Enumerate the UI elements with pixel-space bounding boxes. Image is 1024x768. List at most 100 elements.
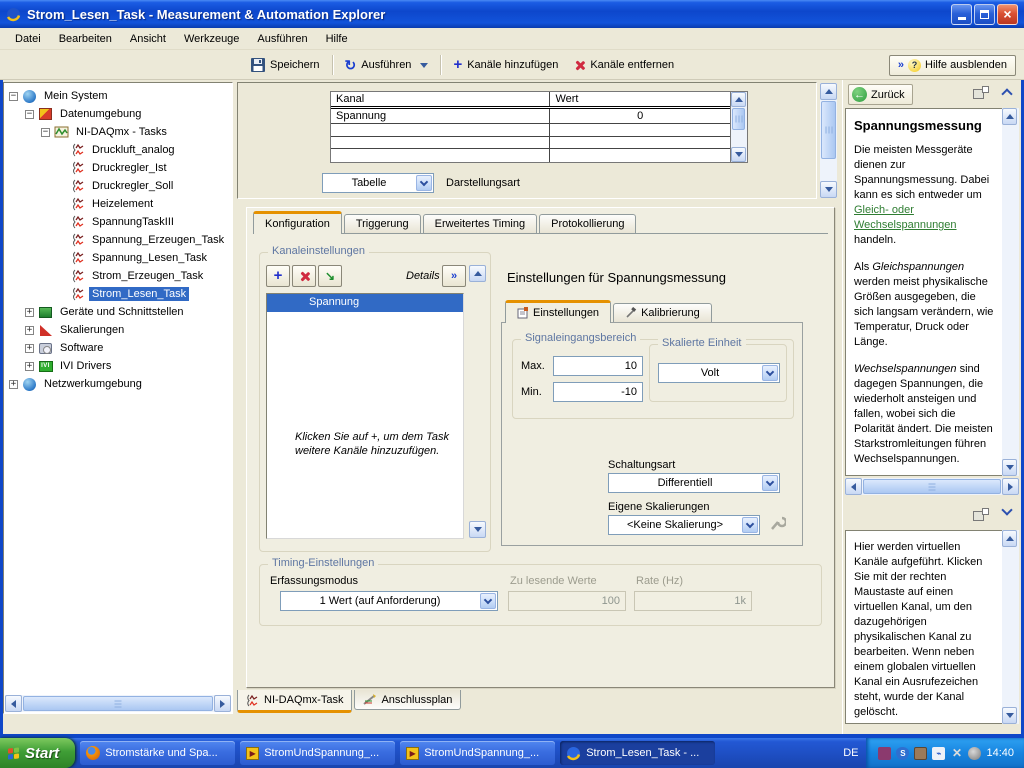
menu-datei[interactable]: Datei bbox=[6, 30, 50, 48]
run-dropdown-icon[interactable] bbox=[420, 62, 429, 68]
chevron-down-icon[interactable] bbox=[762, 365, 778, 381]
voltage-types-link[interactable]: Gleich- oder Wechselspannungen bbox=[854, 204, 957, 231]
menu-ansicht[interactable]: Ansicht bbox=[121, 30, 175, 48]
scroll-down-button[interactable] bbox=[1002, 707, 1017, 724]
collapse-icon[interactable]: − bbox=[9, 91, 18, 101]
scroll-up-button[interactable] bbox=[1002, 530, 1017, 547]
tab-einstellungen[interactable]: Einstellungen bbox=[505, 300, 612, 323]
tree-item-mein-system[interactable]: − Mein System bbox=[5, 87, 231, 105]
tab-triggerung[interactable]: Triggerung bbox=[343, 214, 421, 233]
close-button[interactable]: × bbox=[997, 3, 1018, 25]
scroll-up-button[interactable] bbox=[820, 83, 837, 100]
tree-item-geraete[interactable]: + Geräte und Schnittstellen bbox=[5, 303, 231, 321]
scrollbar-thumb[interactable] bbox=[732, 108, 745, 130]
panel-layout-icon[interactable] bbox=[973, 86, 989, 100]
tab-nidaqmx-task[interactable]: NI-DAQmx-Task bbox=[237, 690, 353, 713]
tree-item-task[interactable]: SpannungTaskIII bbox=[5, 213, 231, 231]
collapse-icon[interactable]: − bbox=[25, 109, 34, 119]
chevron-down-icon[interactable] bbox=[480, 593, 496, 609]
tree-item-task[interactable]: Druckregler_Ist bbox=[5, 159, 231, 177]
scroll-up-button[interactable] bbox=[731, 92, 746, 107]
tray-usb-icon[interactable]: ✕ bbox=[950, 746, 963, 760]
tree-item-task[interactable]: Strom_Erzeugen_Task bbox=[5, 267, 231, 285]
tab-protokollierung[interactable]: Protokollierung bbox=[539, 214, 637, 233]
scroll-left-button[interactable] bbox=[845, 478, 862, 495]
tree-horizontal-scrollbar[interactable] bbox=[5, 695, 231, 712]
scrollbar-thumb[interactable] bbox=[23, 696, 213, 711]
scroll-down-button[interactable] bbox=[1002, 459, 1017, 476]
tree-item-task[interactable]: Spannung_Lesen_Task bbox=[5, 249, 231, 267]
remove-channels-button[interactable]: Kanäle entfernen bbox=[566, 56, 682, 74]
menu-hilfe[interactable]: Hilfe bbox=[317, 30, 357, 48]
wrench-icon[interactable] bbox=[768, 513, 786, 533]
add-channels-button[interactable]: + Kanäle hinzufügen bbox=[445, 56, 566, 74]
tab-erweitertes-timing[interactable]: Erweitertes Timing bbox=[422, 214, 538, 233]
tab-anschlussplan[interactable]: Anschlussplan bbox=[354, 690, 462, 710]
scroll-up-button[interactable] bbox=[469, 265, 486, 282]
display-mode-select[interactable]: Tabelle bbox=[322, 173, 434, 193]
scroll-down-button[interactable] bbox=[820, 181, 837, 198]
help-scrollbar[interactable] bbox=[1002, 108, 1019, 476]
chevron-down-icon[interactable] bbox=[742, 517, 758, 533]
collapse-icon[interactable]: − bbox=[41, 127, 50, 137]
tree-item-ivi-drivers[interactable]: + IVI IVI Drivers bbox=[5, 357, 231, 375]
circuit-select[interactable]: Differentiell bbox=[608, 473, 780, 493]
start-button[interactable]: Start bbox=[0, 738, 76, 768]
maximize-button[interactable] bbox=[974, 3, 995, 25]
help-context-scrollbar[interactable] bbox=[1002, 530, 1019, 724]
menu-ausfuehren[interactable]: Ausführen bbox=[248, 30, 316, 48]
expand-help-icon[interactable] bbox=[1001, 504, 1013, 516]
tree-item-nidaqmx-tasks[interactable]: − NI-DAQmx - Tasks bbox=[5, 123, 231, 141]
scroll-right-button[interactable] bbox=[214, 695, 231, 712]
col-wert[interactable]: Wert bbox=[550, 92, 730, 106]
clock[interactable]: 14:40 bbox=[986, 747, 1014, 759]
add-channel-button[interactable]: + bbox=[266, 265, 290, 287]
taskbar-item-max-active[interactable]: Strom_Lesen_Task - ... bbox=[560, 741, 716, 765]
tree-item-strom-lesen-task-selected[interactable]: Strom_Lesen_Task bbox=[5, 285, 231, 303]
expand-icon[interactable]: + bbox=[25, 361, 34, 371]
tree-item-task[interactable]: Druckluft_analog bbox=[5, 141, 231, 159]
language-indicator[interactable]: DE bbox=[843, 747, 858, 759]
expand-icon[interactable]: + bbox=[9, 379, 18, 389]
scroll-right-button[interactable] bbox=[1002, 478, 1019, 495]
run-button[interactable]: ↻ Ausführen bbox=[337, 56, 437, 74]
expand-icon[interactable]: + bbox=[25, 307, 34, 317]
tray-key-icon[interactable]: ⌁ bbox=[932, 746, 946, 760]
tree-item-task[interactable]: Druckregler_Soll bbox=[5, 177, 231, 195]
title-bar[interactable]: Strom_Lesen_Task - Measurement & Automat… bbox=[0, 0, 1024, 28]
channel-list[interactable]: Spannung Klicken Sie auf +, um dem Task … bbox=[266, 293, 464, 539]
table-row[interactable]: Spannung 0 bbox=[331, 109, 730, 124]
tray-volume-icon[interactable] bbox=[968, 746, 982, 760]
tree-item-netzwerkumgebung[interactable]: + Netzwerkumgebung bbox=[5, 375, 231, 393]
expand-icon[interactable]: + bbox=[25, 325, 34, 335]
min-input[interactable]: -10 bbox=[553, 382, 643, 402]
tray-network-icon[interactable] bbox=[878, 746, 892, 760]
menu-bearbeiten[interactable]: Bearbeiten bbox=[50, 30, 121, 48]
table-row-empty[interactable] bbox=[331, 124, 730, 137]
chevron-down-icon[interactable] bbox=[762, 475, 778, 491]
scroll-down-button[interactable] bbox=[469, 521, 486, 538]
help-horizontal-scrollbar[interactable] bbox=[845, 478, 1019, 495]
channel-item-selected[interactable]: Spannung bbox=[267, 294, 463, 312]
scroll-left-button[interactable] bbox=[5, 695, 22, 712]
unit-select[interactable]: Volt bbox=[658, 363, 780, 383]
table-scrollbar[interactable] bbox=[730, 92, 747, 162]
taskbar-item-labview-1[interactable]: ▶ StromUndSpannung_... bbox=[240, 741, 396, 765]
taskbar-item-browser[interactable]: Stromstärke und Spa... bbox=[80, 741, 236, 765]
scrollbar-thumb[interactable] bbox=[863, 479, 1001, 494]
scroll-up-button[interactable] bbox=[1002, 108, 1017, 125]
table-row-empty[interactable] bbox=[331, 136, 730, 150]
table-row-empty[interactable] bbox=[331, 149, 730, 162]
expand-icon[interactable]: + bbox=[25, 343, 34, 353]
tab-kalibrierung[interactable]: Kalibrierung bbox=[613, 303, 712, 322]
chevron-down-icon[interactable] bbox=[416, 175, 432, 191]
tree-item-skalierungen[interactable]: + Skalierungen bbox=[5, 321, 231, 339]
save-button[interactable]: Speichern bbox=[243, 55, 328, 75]
scrollbar-thumb[interactable] bbox=[821, 101, 836, 159]
acquisition-mode-select[interactable]: 1 Wert (auf Anforderung) bbox=[280, 591, 498, 611]
max-input[interactable]: 10 bbox=[553, 356, 643, 376]
export-channel-button[interactable]: ↘ bbox=[318, 265, 342, 287]
delete-channel-button[interactable] bbox=[292, 265, 316, 287]
col-kanal[interactable]: Kanal bbox=[331, 92, 551, 106]
back-button[interactable]: ← Zurück bbox=[848, 84, 913, 105]
